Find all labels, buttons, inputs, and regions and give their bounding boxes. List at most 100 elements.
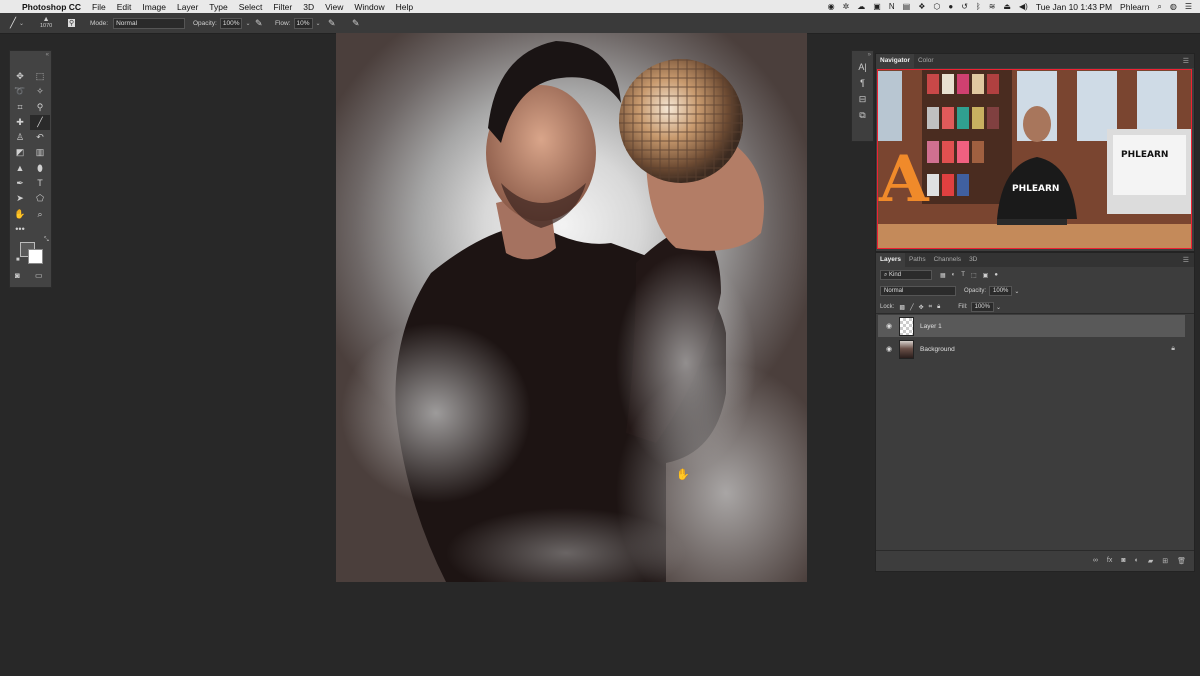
n-icon[interactable]: N [889, 2, 895, 11]
menu-type[interactable]: Type [209, 2, 227, 12]
menu-image[interactable]: Image [142, 2, 166, 12]
chevron-down-icon[interactable]: ⌄ [1014, 288, 1019, 295]
default-colors-icon[interactable]: ■ [16, 257, 20, 263]
clock[interactable]: Tue Jan 10 1:43 PM [1036, 2, 1112, 12]
menu-layer[interactable]: Layer [177, 2, 198, 12]
menu-view[interactable]: View [325, 2, 343, 12]
lock-artboard-icon[interactable]: ⌗ [929, 304, 932, 311]
wifi-icon[interactable]: ≋ [989, 2, 996, 11]
trash-icon[interactable]: 🗑︎ [1177, 557, 1186, 565]
menu-window[interactable]: Window [354, 2, 384, 12]
bluetooth-icon[interactable]: ᛒ [976, 2, 981, 11]
menu-select[interactable]: Select [239, 2, 263, 12]
filter-kind-select[interactable]: ⌕ Kind [880, 270, 932, 280]
blend-mode-select[interactable]: Normal [880, 286, 956, 296]
layer-name[interactable]: Layer 1 [920, 323, 942, 330]
move-tool-icon[interactable]: ✥ [10, 69, 30, 84]
layer-row-background[interactable]: ◉ Background 🔒︎ [878, 338, 1185, 360]
menu-filter[interactable]: Filter [273, 2, 292, 12]
brush-tool-icon[interactable]: ╱ [30, 114, 50, 131]
opacity-field[interactable]: 100% [219, 17, 243, 29]
lasso-tool-icon[interactable]: ➰ [10, 84, 30, 99]
navigator-preview[interactable]: A PHLEARN PHLEARN [877, 69, 1192, 249]
spotlight-icon[interactable]: ⌕ [1157, 2, 1161, 12]
filter-smart-object-icon[interactable]: ▣ [983, 272, 989, 279]
filter-shape-icon[interactable]: ⬚ [971, 272, 977, 279]
new-adjustment-icon[interactable]: ◐ [1135, 557, 1139, 565]
box-icon[interactable]: ▤ [903, 2, 911, 11]
menu-app-name[interactable]: Photoshop CC [22, 2, 81, 12]
blur-tool-icon[interactable]: ▲ [10, 161, 30, 176]
document-canvas[interactable]: ✋ [336, 33, 807, 582]
clone-stamp-tool-icon[interactable]: ♙ [10, 130, 30, 145]
lock-transparent-icon[interactable]: ▩ [899, 304, 905, 311]
shield-icon[interactable]: ⬡ [933, 2, 940, 11]
new-layer-icon[interactable]: ⊞ [1162, 557, 1168, 565]
time-machine-icon[interactable]: ↺ [961, 2, 968, 11]
tab-paths[interactable]: Paths [905, 253, 930, 267]
layer-name[interactable]: Background [920, 346, 955, 353]
pressure-opacity-toggle[interactable]: ✎ [255, 13, 263, 33]
mode-select[interactable]: Normal [113, 17, 186, 29]
link-layers-icon[interactable]: ∞ [1093, 557, 1098, 565]
marquee-tool-icon[interactable]: ⬚ [30, 69, 50, 84]
chevron-down-icon[interactable]: ⌄ [996, 304, 1001, 311]
cloud-icon[interactable]: ☁ [857, 2, 865, 11]
zoom-tool-icon[interactable]: ⌕ [30, 207, 50, 222]
magic-wand-tool-icon[interactable]: ✧ [30, 84, 50, 99]
pen-tool-icon[interactable]: ✒ [10, 176, 30, 191]
properties-panel-icon[interactable]: ⊟ [852, 91, 873, 107]
record-icon[interactable]: ◉ [828, 2, 835, 11]
gradient-tool-icon[interactable]: ▥ [30, 145, 50, 160]
tab-color[interactable]: Color [914, 54, 938, 68]
toolbox-header[interactable]: « [10, 51, 51, 59]
user-name[interactable]: Phlearn [1120, 2, 1149, 12]
swap-colors-icon[interactable]: ⤡ [44, 237, 49, 244]
history-brush-tool-icon[interactable]: ↶ [30, 130, 50, 145]
more-tools-icon[interactable]: ••• [10, 222, 30, 237]
lock-position-icon[interactable]: ✥ [919, 304, 924, 311]
chat-icon[interactable]: ● [948, 2, 953, 11]
tab-channels[interactable]: Channels [930, 253, 965, 267]
menu-edit[interactable]: Edit [117, 2, 132, 12]
layer-row-layer-1[interactable]: ◉ Layer 1 [878, 315, 1185, 337]
notification-center-icon[interactable]: ☰ [1185, 2, 1192, 11]
add-mask-icon[interactable]: ◙ [1121, 557, 1125, 565]
brush-size-picker[interactable]: ▲ 1070 [40, 13, 52, 33]
chevron-down-icon[interactable]: ⌄ [245, 20, 250, 27]
layer-opacity-field[interactable]: 100% [989, 286, 1013, 296]
adjustments-panel-icon[interactable]: ⧉ [852, 107, 873, 123]
dropbox-icon[interactable]: ❖ [918, 2, 925, 11]
filter-toggle-icon[interactable]: ● [994, 272, 998, 278]
shape-tool-icon[interactable]: ⬠ [30, 191, 50, 206]
path-selection-tool-icon[interactable]: ➤ [10, 191, 30, 206]
panel-menu-icon[interactable]: ☰ [1183, 256, 1189, 264]
menu-help[interactable]: Help [396, 2, 413, 12]
background-color-swatch[interactable] [28, 249, 43, 264]
filter-adjustment-icon[interactable]: ◐ [952, 272, 956, 278]
chevron-down-icon[interactable]: ⌄ [316, 20, 321, 27]
tab-3d[interactable]: 3D [965, 253, 981, 267]
tab-navigator[interactable]: Navigator [876, 54, 914, 68]
new-group-icon[interactable]: ▰ [1148, 557, 1153, 565]
tab-layers[interactable]: Layers [876, 253, 905, 267]
hand-tool-icon[interactable]: ✋ [10, 207, 30, 222]
panel-menu-icon[interactable]: ☰ [1183, 57, 1189, 65]
visibility-eye-icon[interactable]: ◉ [882, 322, 896, 330]
lock-icon[interactable]: 🔒︎ [1171, 345, 1175, 353]
volume-icon[interactable]: ◀) [1019, 2, 1028, 11]
flow-field[interactable]: 10% [293, 17, 313, 29]
crop-tool-icon[interactable]: ⌗ [10, 100, 30, 115]
menu-3d[interactable]: 3D [303, 2, 314, 12]
screen-icon[interactable]: ▣ [873, 2, 881, 11]
eyedropper-tool-icon[interactable]: ⚲ [30, 100, 50, 115]
healing-brush-tool-icon[interactable]: ✚ [10, 115, 30, 130]
filter-type-icon[interactable]: T [961, 272, 965, 278]
paragraph-panel-icon[interactable]: ¶ [852, 75, 873, 91]
lock-image-icon[interactable]: ╱ [910, 304, 914, 311]
character-panel-icon[interactable]: A| [852, 59, 873, 75]
eraser-tool-icon[interactable]: ◩ [10, 145, 30, 160]
quick-mask-icon[interactable]: ◙ [15, 271, 20, 280]
type-tool-icon[interactable]: T [30, 176, 50, 191]
visibility-eye-icon[interactable]: ◉ [882, 345, 896, 353]
